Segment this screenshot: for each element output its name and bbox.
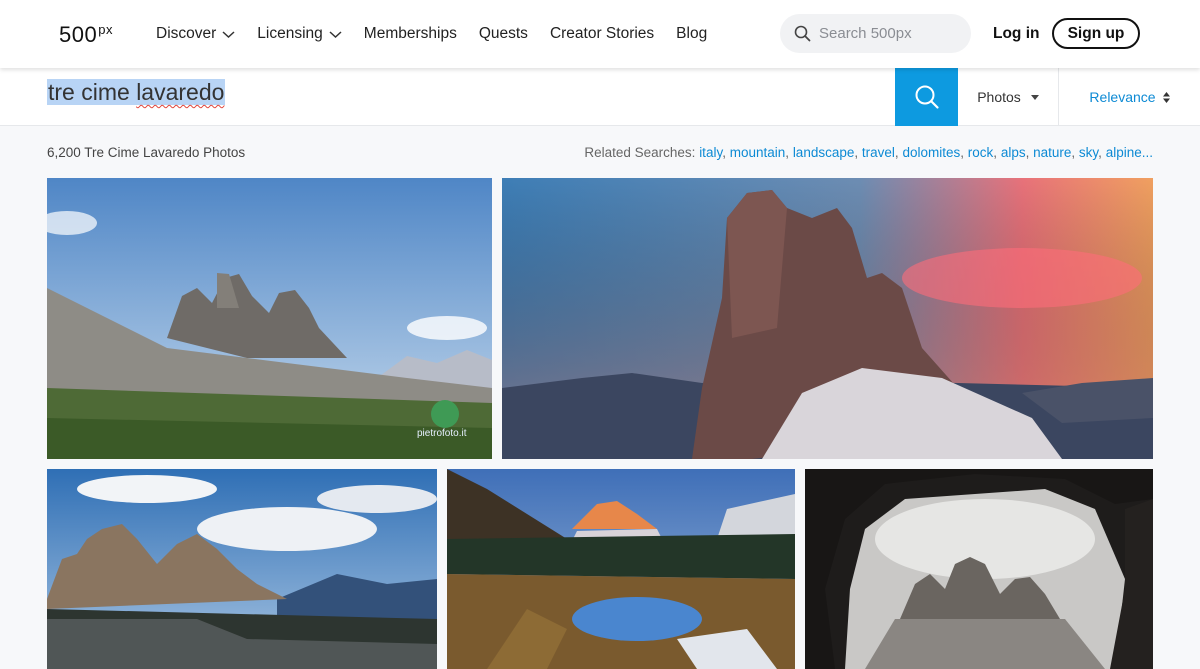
photo-result-3[interactable] (47, 469, 437, 669)
nav-creator-stories-label: Creator Stories (549, 25, 655, 42)
nav-quests-label: Quests (478, 25, 528, 42)
nav-licensing[interactable]: Licensing (257, 25, 342, 43)
sort-dropdown[interactable]: Relevance (1059, 68, 1200, 126)
global-search-input[interactable] (819, 25, 959, 42)
photo-watermark: pietrofoto.it (417, 428, 467, 439)
results-count: 6,200 Tre Cime Lavaredo Photos (47, 145, 246, 160)
related-search-link[interactable]: landscape (793, 145, 855, 160)
photo-image (805, 469, 1153, 669)
logo-px-text: px (98, 22, 113, 37)
related-search-link[interactable]: italy (699, 145, 722, 160)
related-search-link[interactable]: dolomites (902, 145, 960, 160)
search-icon (915, 85, 939, 109)
chevron-down-icon (222, 30, 235, 38)
photo-image: pietrofoto.it (47, 178, 492, 459)
nav-creator-stories[interactable]: Creator Stories (550, 25, 654, 43)
nav-links: Discover Licensing Memberships Quests Cr… (156, 0, 707, 68)
related-search-link[interactable]: nature (1033, 145, 1071, 160)
photo-result-1[interactable]: pietrofoto.it (47, 178, 492, 459)
login-link[interactable]: Log in (993, 25, 1040, 43)
500px-logo[interactable]: 500px (59, 22, 113, 48)
content-type-label: Photos (977, 89, 1021, 105)
search-query-text: tre cime lavaredo (48, 79, 225, 105)
signup-button[interactable]: Sign up (1052, 18, 1140, 49)
nav-blog-label: Blog (676, 25, 708, 42)
search-icon (794, 25, 811, 42)
photo-image (447, 469, 795, 669)
photo-result-4[interactable] (447, 469, 795, 669)
related-search-link[interactable]: mountain (730, 145, 786, 160)
photo-image (502, 178, 1153, 459)
content-type-dropdown[interactable]: Photos (958, 68, 1059, 126)
search-submit-button[interactable] (895, 68, 958, 126)
nav-quests[interactable]: Quests (479, 25, 528, 43)
nav-discover-label: Discover (156, 25, 217, 42)
related-search-link[interactable]: rock (968, 145, 994, 160)
nav-memberships[interactable]: Memberships (364, 25, 457, 43)
related-searches: Related Searches: italy, mountain, lands… (584, 145, 1153, 160)
photo-image (47, 469, 437, 669)
related-searches-label: Related Searches: (584, 145, 696, 160)
chevron-down-icon (329, 30, 342, 38)
global-search[interactable] (780, 14, 971, 53)
nav-discover[interactable]: Discover (156, 25, 235, 43)
search-query-field[interactable]: tre cime lavaredo (47, 79, 226, 106)
related-search-link[interactable]: alpine... (1106, 145, 1153, 160)
sort-label: Relevance (1089, 89, 1156, 105)
photo-result-5[interactable] (805, 469, 1153, 669)
caret-down-icon (1030, 94, 1039, 100)
related-search-link[interactable]: travel (862, 145, 895, 160)
related-search-link[interactable]: sky (1079, 145, 1098, 160)
nav-memberships-label: Memberships (363, 25, 457, 42)
logo-main-text: 500 (59, 22, 98, 47)
nav-licensing-label: Licensing (257, 25, 323, 42)
nav-blog[interactable]: Blog (676, 25, 707, 43)
top-navbar: 500px Discover Licensing Memberships Que… (0, 0, 1200, 68)
sort-arrows-icon (1162, 91, 1170, 103)
related-search-link[interactable]: alps (1001, 145, 1026, 160)
photo-result-2[interactable] (502, 178, 1153, 459)
